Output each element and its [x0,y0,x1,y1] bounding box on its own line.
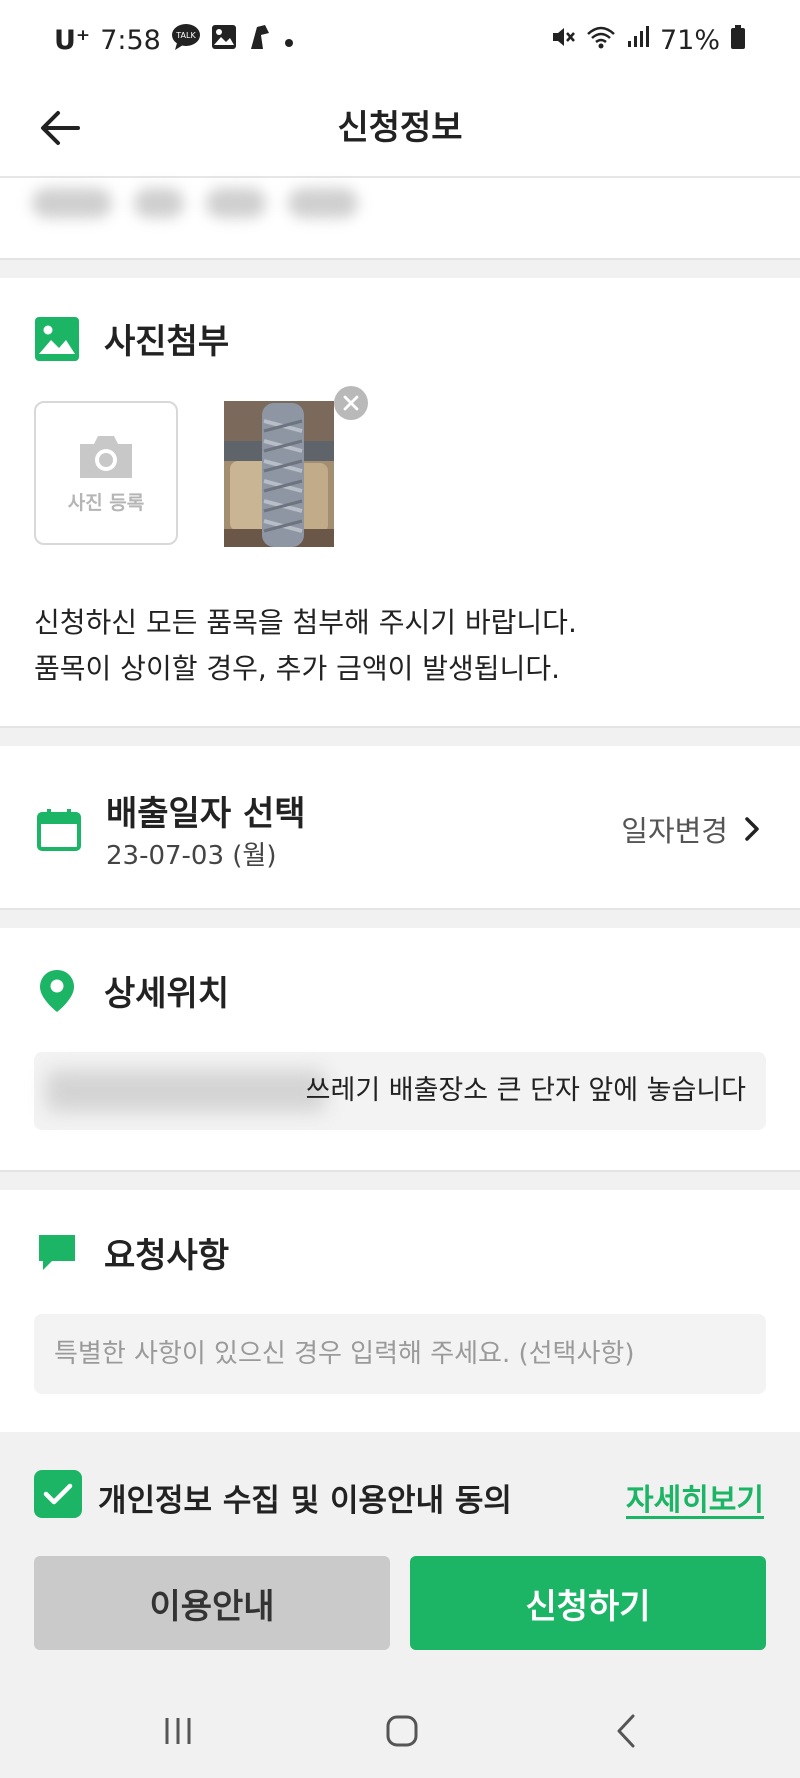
app-header: 신청정보 [0,80,800,178]
photo-register-label: 사진 등록 [67,491,145,514]
consent-label[interactable]: 개인정보 수집 및 이용안내 동의 [98,1475,512,1520]
section-divider [0,1170,800,1190]
page-title: 신청정보 [337,108,463,148]
calendar-icon [37,809,81,851]
blurred-location [46,1070,326,1112]
apply-button[interactable]: 신청하기 [410,1556,766,1650]
chat-bubble-icon [39,1234,75,1270]
svg-text:TALK: TALK [175,31,196,40]
dot-icon [283,25,295,56]
location-section-title: 상세위치 [104,974,230,1014]
section-divider [0,726,800,746]
section-divider [0,908,800,928]
clock: 7:58 [100,24,161,56]
recent-apps-icon [165,1718,191,1744]
section-divider [0,258,800,278]
request-section-header: 요청사항 [36,1228,229,1277]
home-icon [386,1715,418,1747]
request-input[interactable] [34,1314,766,1394]
blurred-address [32,178,392,228]
status-bar-left: U⁺ 7:58 TALK [54,22,295,58]
usage-guide-button[interactable]: 이용안내 [34,1556,390,1650]
photo-section-title: 사진첨부 [104,322,230,362]
consent-checkbox[interactable] [34,1470,82,1518]
chevron-left-icon [617,1714,635,1748]
location-section-header: 상세위치 [38,966,229,1015]
battery-icon [730,24,746,57]
arrow-left-icon [41,111,80,145]
change-date-label: 일자변경 [621,814,728,848]
consent-detail-link[interactable]: 자세히보기 [626,1475,764,1519]
date-section-title: 배출일자 선택 [106,794,306,834]
attached-photo-thumbnail[interactable] [224,401,334,547]
photo-notice: 신청하신 모든 품목을 첨부해 주시기 바랍니다. 품목이 상이할 경우, 추가… [34,600,577,692]
battery-percent: 71% [659,24,720,56]
mute-icon [550,24,576,57]
camera-icon [80,435,132,478]
carrier-label: U⁺ [54,24,91,56]
request-section-title: 요청사항 [104,1236,230,1276]
photo-section-header: 사진첨부 [34,314,229,363]
gallery-icon [211,24,237,57]
chevron-right-icon [745,817,759,841]
remove-photo-button[interactable] [334,386,368,420]
talk-icon: TALK [171,23,201,58]
close-icon [343,395,359,411]
home-button[interactable] [362,1696,442,1766]
status-bar: U⁺ 7:58 TALK 71% [0,0,800,80]
app-icon [247,23,273,58]
change-date-button[interactable]: 일자변경 [621,808,760,850]
photo-register-button[interactable]: 사진 등록 [34,401,178,545]
checkmark-icon [43,1483,73,1505]
system-nav-bar [0,1684,800,1778]
wifi-icon [586,24,616,57]
location-field[interactable]: 쓰레기 배출장소 큰 단자 앞에 놓습니다 [34,1052,766,1130]
status-bar-right: 71% [550,22,746,58]
system-back-button[interactable] [586,1696,666,1766]
recent-apps-button[interactable] [138,1696,218,1766]
signal-icon [626,25,650,56]
image-icon [35,316,79,361]
location-pin-icon [40,969,74,1012]
location-value: 쓰레기 배출장소 큰 단자 앞에 놓습니다 [305,1075,746,1106]
photo-notice-line2: 품목이 상이할 경우, 추가 금액이 발생됩니다. [34,652,560,685]
back-button[interactable] [30,98,90,158]
date-value: 23-07-03 (월) [106,841,277,871]
photo-notice-line1: 신청하신 모든 품목을 첨부해 주시기 바랍니다. [34,606,577,639]
